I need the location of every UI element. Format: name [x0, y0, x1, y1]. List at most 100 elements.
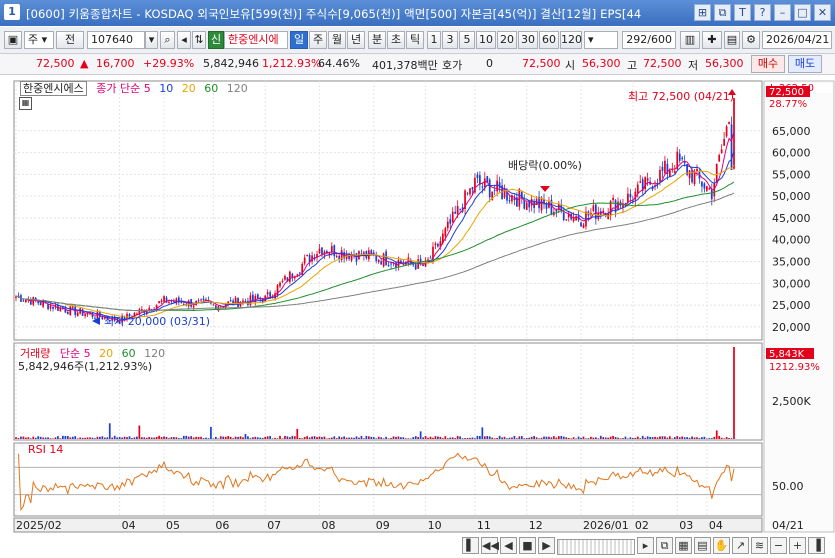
count-display[interactable]: 292/600: [622, 31, 676, 49]
period-year[interactable]: 년: [347, 31, 365, 49]
font-icon[interactable]: T: [734, 4, 751, 21]
price-pane[interactable]: [13, 80, 763, 341]
scroll-end-icon[interactable]: ▐: [808, 537, 825, 554]
volume-bar: [701, 437, 703, 439]
volume-bar: [668, 436, 671, 439]
volume-bar: [367, 436, 370, 439]
maximize-button[interactable]: □: [794, 4, 811, 21]
candle-body: [434, 243, 437, 246]
volume-bar: [37, 436, 40, 439]
next-icon[interactable]: ▶: [538, 537, 555, 554]
split-icon[interactable]: ⧉: [656, 537, 673, 554]
save-icon[interactable]: ▤: [724, 31, 740, 49]
period-tick[interactable]: 틱: [406, 31, 424, 49]
volume-bar: [128, 436, 131, 439]
period-minute[interactable]: 분: [368, 31, 386, 49]
x-axis-label: 12: [529, 519, 543, 532]
stock-name-legend[interactable]: 한중엔시에스: [20, 81, 87, 96]
x-axis-label: 02: [635, 519, 649, 532]
rsi-pane[interactable]: [13, 442, 763, 517]
custom-interval-input[interactable]: ▾: [584, 31, 618, 49]
pattern-icon[interactable]: ≋: [751, 537, 768, 554]
candle-body: [163, 296, 165, 302]
pan-icon[interactable]: ✋: [713, 537, 730, 554]
candle-body: [417, 259, 420, 269]
date-input[interactable]: 2026/04/21: [762, 31, 832, 49]
stock-chart[interactable]: 65,000 60,000 55,000 50,000 45,000 40,000 35,0…: [0, 75, 835, 558]
volume-bar: [39, 436, 42, 439]
interval-10[interactable]: 10: [476, 31, 496, 49]
rewind-icon[interactable]: ◀◀: [481, 537, 499, 554]
volume-bar: [158, 435, 160, 439]
buy-button[interactable]: 매수: [751, 55, 785, 73]
period-day[interactable]: 일: [290, 31, 308, 49]
gear-icon[interactable]: ⚙: [742, 31, 760, 49]
current-price-pct: 28.77%: [769, 99, 807, 110]
minimize-button[interactable]: –: [774, 4, 791, 21]
interval-60[interactable]: 60: [539, 31, 559, 49]
volume-bar: [252, 437, 254, 439]
sort-icon[interactable]: ⇅: [192, 31, 206, 49]
scroll-start-icon[interactable]: ▌: [462, 537, 479, 554]
candle-body: [402, 263, 405, 265]
zoom-icon[interactable]: +: [789, 537, 806, 554]
zoom-out-icon[interactable]: −: [770, 537, 787, 554]
zoom-slider[interactable]: [557, 539, 635, 555]
stock-code-input[interactable]: 107640: [87, 31, 145, 49]
zoom-in-icon[interactable]: ▸: [637, 537, 654, 554]
layout-icon[interactable]: ▣: [4, 31, 22, 49]
candle-body: [168, 301, 170, 303]
speaker-icon[interactable]: ◂: [177, 31, 191, 49]
volume-bar: [96, 436, 99, 439]
candle-body: [488, 179, 491, 198]
volume-bar: [81, 437, 84, 439]
tile-icon[interactable]: ⊞: [694, 4, 711, 21]
volume-bar: [200, 436, 202, 439]
prev-button[interactable]: 전: [56, 31, 84, 49]
code-dropdown-icon[interactable]: ▾: [145, 31, 158, 49]
volume-bar: [155, 436, 158, 439]
interval-3[interactable]: 3: [442, 31, 458, 49]
period-second[interactable]: 초: [387, 31, 405, 49]
restore-layout-icon[interactable]: ⧉: [714, 4, 731, 21]
price-y-tick: 40,000: [772, 234, 811, 247]
period-month[interactable]: 월: [328, 31, 346, 49]
candle-body: [703, 183, 706, 189]
help-icon[interactable]: ?: [754, 4, 771, 21]
volume-bar: [479, 435, 481, 439]
crosshair-icon[interactable]: ✚: [702, 31, 722, 49]
candle-body: [459, 208, 461, 210]
chart-type-icon[interactable]: ▥: [680, 31, 700, 49]
price-y-tick: 45,000: [772, 212, 811, 225]
period-week[interactable]: 주: [309, 31, 327, 49]
volume-bar: [419, 431, 422, 439]
interval-20[interactable]: 20: [497, 31, 517, 49]
volume-bar: [187, 436, 190, 439]
close-button[interactable]: ✕: [814, 4, 831, 21]
grid-toggle-icon[interactable]: ▦: [19, 97, 32, 110]
search-icon[interactable]: ⌕: [160, 31, 175, 49]
candle-body: [565, 219, 568, 221]
candle-body: [330, 246, 333, 253]
candle-body: [382, 253, 385, 267]
stop-icon[interactable]: ■: [519, 537, 536, 554]
interval-1[interactable]: 1: [427, 31, 441, 49]
period-select[interactable]: 주 ▾: [24, 31, 54, 49]
volume-bar: [214, 436, 217, 439]
prev-icon[interactable]: ◀: [500, 537, 517, 554]
trend-icon[interactable]: ↗: [732, 537, 749, 554]
volume-bar: [234, 436, 237, 439]
volume-bar: [592, 437, 595, 439]
volume-bar: [296, 428, 299, 439]
sell-button[interactable]: 매도: [788, 55, 822, 73]
layout-grid-icon[interactable]: ▦: [675, 537, 692, 554]
volume-bar: [59, 438, 62, 439]
table-icon[interactable]: ▤: [694, 537, 711, 554]
interval-30[interactable]: 30: [518, 31, 538, 49]
volume-bar: [301, 438, 304, 439]
volume-bar: [254, 436, 257, 439]
current-price-tag-text: 72,500: [769, 87, 804, 98]
candle-body: [370, 250, 373, 254]
interval-5[interactable]: 5: [459, 31, 475, 49]
interval-120[interactable]: 120: [560, 31, 582, 49]
